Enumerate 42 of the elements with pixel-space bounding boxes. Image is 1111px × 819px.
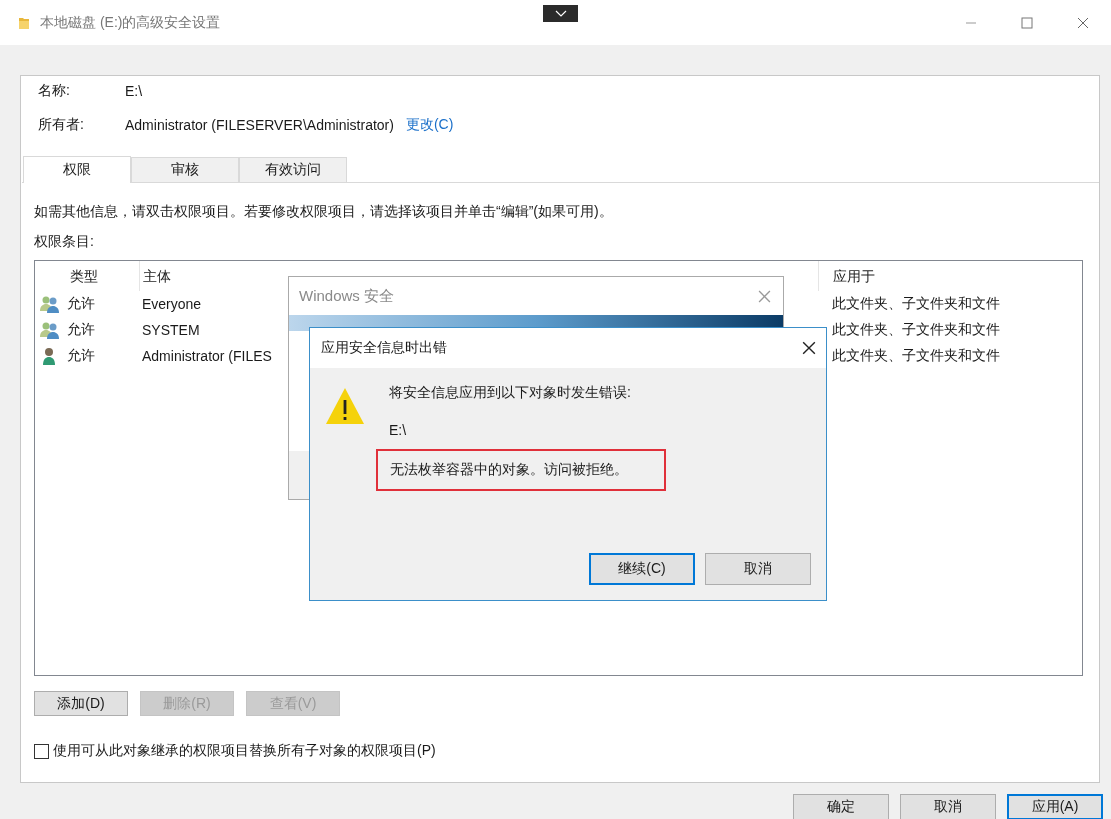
user-group-icon <box>40 321 60 339</box>
window-title: 本地磁盘 (E:)的高级安全设置 <box>40 13 221 32</box>
column-header[interactable]: 类型 <box>67 261 139 291</box>
error-detail: 无法枚举容器中的对象。访问被拒绝。 <box>376 449 666 491</box>
chevron-icon <box>554 9 567 18</box>
dialog-button[interactable]: 继续(C) <box>589 553 695 585</box>
dialog-title: 应用安全信息时出错 <box>321 339 447 357</box>
checkbox-label: 使用可从此对象继承的权限项目替换所有子对象的权限项目(P) <box>53 742 436 760</box>
checkbox[interactable] <box>34 743 49 759</box>
collapse-button[interactable] <box>543 5 578 22</box>
owner-value: Administrator (FILESERVER\Administrator) <box>125 117 394 133</box>
owner-label: 所有者: <box>38 116 85 134</box>
tab[interactable]: 权限 <box>23 156 131 183</box>
close-icon[interactable] <box>802 341 816 355</box>
entries-label: 权限条目: <box>34 233 95 251</box>
tab[interactable]: 有效访问 <box>239 157 347 182</box>
maximize-icon[interactable] <box>1021 16 1033 29</box>
object-path: E:\ <box>389 422 408 438</box>
principal-cell-text: SYSTEM <box>141 322 201 338</box>
applies-to-cell-text: 此文件夹、子文件夹和文件 <box>831 295 1001 313</box>
principal-cell-text: Everyone <box>141 296 203 312</box>
dialog-button[interactable]: 取消 <box>900 794 996 819</box>
type-cell-text: 允许 <box>67 321 96 339</box>
error-message: 将安全信息应用到以下对象时发生错误: <box>389 384 632 402</box>
column-header[interactable]: 应用于 <box>818 261 1082 291</box>
principal-cell-text: Administrator (FILES <box>141 348 273 364</box>
info-text: 如需其他信息，请双击权限项目。若要修改权限项目，请选择该项目并单击“编辑”(如果可用)。 <box>34 203 614 221</box>
change-owner-link[interactable]: 更改(C) <box>405 116 454 134</box>
dialog-button[interactable]: 应用(A) <box>1007 794 1103 819</box>
applies-to-cell-text: 此文件夹、子文件夹和文件 <box>831 347 1001 365</box>
name-label: 名称: <box>38 82 71 100</box>
applies-to-cell-text: 此文件夹、子文件夹和文件 <box>831 321 1001 339</box>
dialog-button[interactable]: 确定 <box>793 794 889 819</box>
dialog-button[interactable]: 取消 <box>705 553 811 585</box>
entry-button[interactable]: 添加(D) <box>34 691 128 716</box>
name-value: E:\ <box>125 83 143 99</box>
type-cell-text: 允许 <box>67 347 96 365</box>
tab[interactable]: 审核 <box>131 157 239 182</box>
type-cell-text: 允许 <box>67 295 96 313</box>
folder-icon <box>18 15 30 30</box>
warning-icon <box>325 386 365 426</box>
user-group-icon <box>40 295 60 313</box>
